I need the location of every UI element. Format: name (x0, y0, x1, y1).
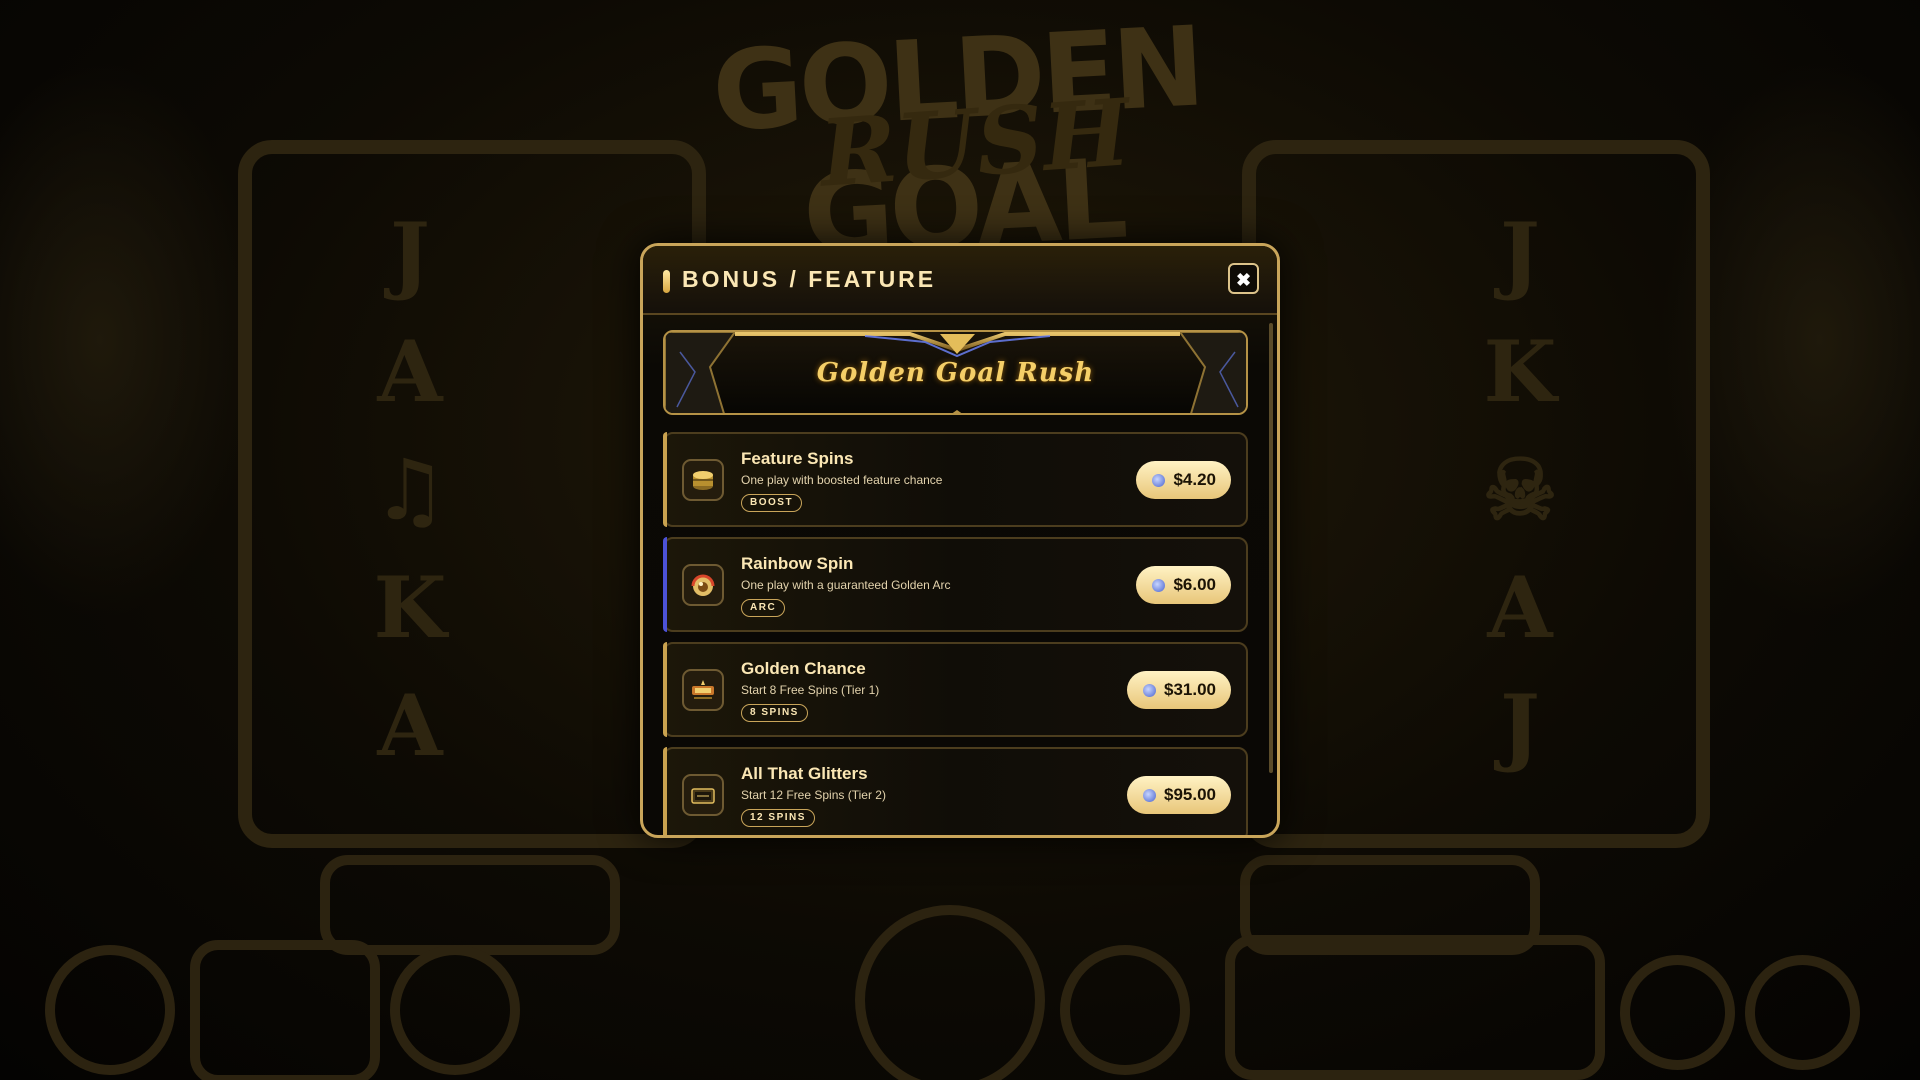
feature-item-rainbow-spin: Rainbow Spin One play with a guaranteed … (663, 537, 1248, 632)
item-tag-badge: BOOST (741, 494, 803, 512)
background-menu-button (45, 945, 175, 1075)
coin-icon (1152, 474, 1166, 487)
background-wing-left (0, 60, 260, 620)
modal-title: BONUS / FEATURE (682, 266, 937, 292)
coin-icon (1152, 579, 1166, 592)
glitter-chest-icon (691, 788, 715, 804)
price-label: $6.00 (1173, 575, 1216, 594)
item-description: One play with a guaranteed Golden Arc (741, 578, 951, 592)
item-description: One play with boosted feature chance (741, 473, 943, 487)
buy-rainbow-spin-button[interactable]: $6.00 (1136, 566, 1231, 604)
item-accent-bar (663, 537, 667, 632)
item-icon-frame (682, 459, 724, 501)
close-icon: ✖ (1235, 270, 1252, 290)
background-settings-button (1745, 955, 1860, 1070)
coin-icon (1143, 684, 1156, 697)
item-icon-frame (682, 564, 724, 606)
item-title: Golden Chance (741, 659, 866, 678)
game-banner: Golden Goal Rush (663, 330, 1248, 415)
item-icon-frame (682, 669, 724, 711)
background-reel-symbols-right: J K ☠ A J (1482, 204, 1558, 775)
item-accent-bar (663, 432, 667, 527)
background-spin-button (855, 905, 1045, 1080)
item-title: Rainbow Spin (741, 554, 854, 573)
item-accent-bar (663, 642, 667, 737)
rainbow-ball-icon (691, 574, 715, 596)
background-turbo-button (1060, 945, 1190, 1075)
background-logo-subtitle: RUSH (816, 78, 1134, 208)
background-reel-frame-left (238, 140, 706, 848)
coin-stack-icon (693, 471, 713, 490)
buy-golden-chance-button[interactable]: $31.00 (1127, 671, 1231, 709)
buy-all-that-glitters-button[interactable]: $95.00 (1127, 776, 1231, 814)
coin-icon (1143, 789, 1156, 802)
background-info-button (1620, 955, 1735, 1070)
background-autoplay-button (390, 945, 520, 1075)
golden-chance-icon (692, 680, 714, 699)
banner-title: Golden Goal Rush (816, 358, 1095, 388)
buy-feature-spins-button[interactable]: $4.20 (1136, 461, 1231, 499)
header-accent-bar (663, 270, 670, 293)
item-tag-badge: 8 SPINS (741, 704, 808, 722)
item-title: All That Glitters (741, 764, 868, 783)
background-balance-panel (320, 855, 620, 955)
item-description: Start 12 Free Spins (Tier 2) (741, 788, 886, 802)
modal-header: BONUS / FEATURE ✖ (643, 246, 1277, 315)
background-reel-symbols-left: J A ♫ K A (372, 204, 448, 775)
price-label: $95.00 (1164, 785, 1216, 804)
item-icon-frame (682, 774, 724, 816)
feature-item-feature-spins: Feature Spins One play with boosted feat… (663, 432, 1248, 527)
bonus-feature-modal: BONUS / FEATURE ✖ Golden Goal Rush Featu… (640, 243, 1280, 838)
item-title: Feature Spins (741, 449, 854, 468)
item-tag-badge: ARC (741, 599, 786, 617)
price-label: $4.20 (1173, 470, 1216, 489)
price-label: $31.00 (1164, 680, 1216, 699)
background-shop-button (190, 940, 380, 1080)
item-tag-badge: 12 SPINS (741, 809, 815, 827)
item-description: Start 8 Free Spins (Tier 1) (741, 683, 880, 697)
background-bet-controls (1225, 935, 1605, 1080)
feature-item-all-that-glitters: All That Glitters Start 12 Free Spins (T… (663, 747, 1248, 835)
scrollbar-thumb[interactable] (1269, 323, 1273, 773)
feature-item-golden-chance: Golden Chance Start 8 Free Spins (Tier 1… (663, 642, 1248, 737)
close-button[interactable]: ✖ (1228, 263, 1259, 294)
item-accent-bar (663, 747, 667, 835)
